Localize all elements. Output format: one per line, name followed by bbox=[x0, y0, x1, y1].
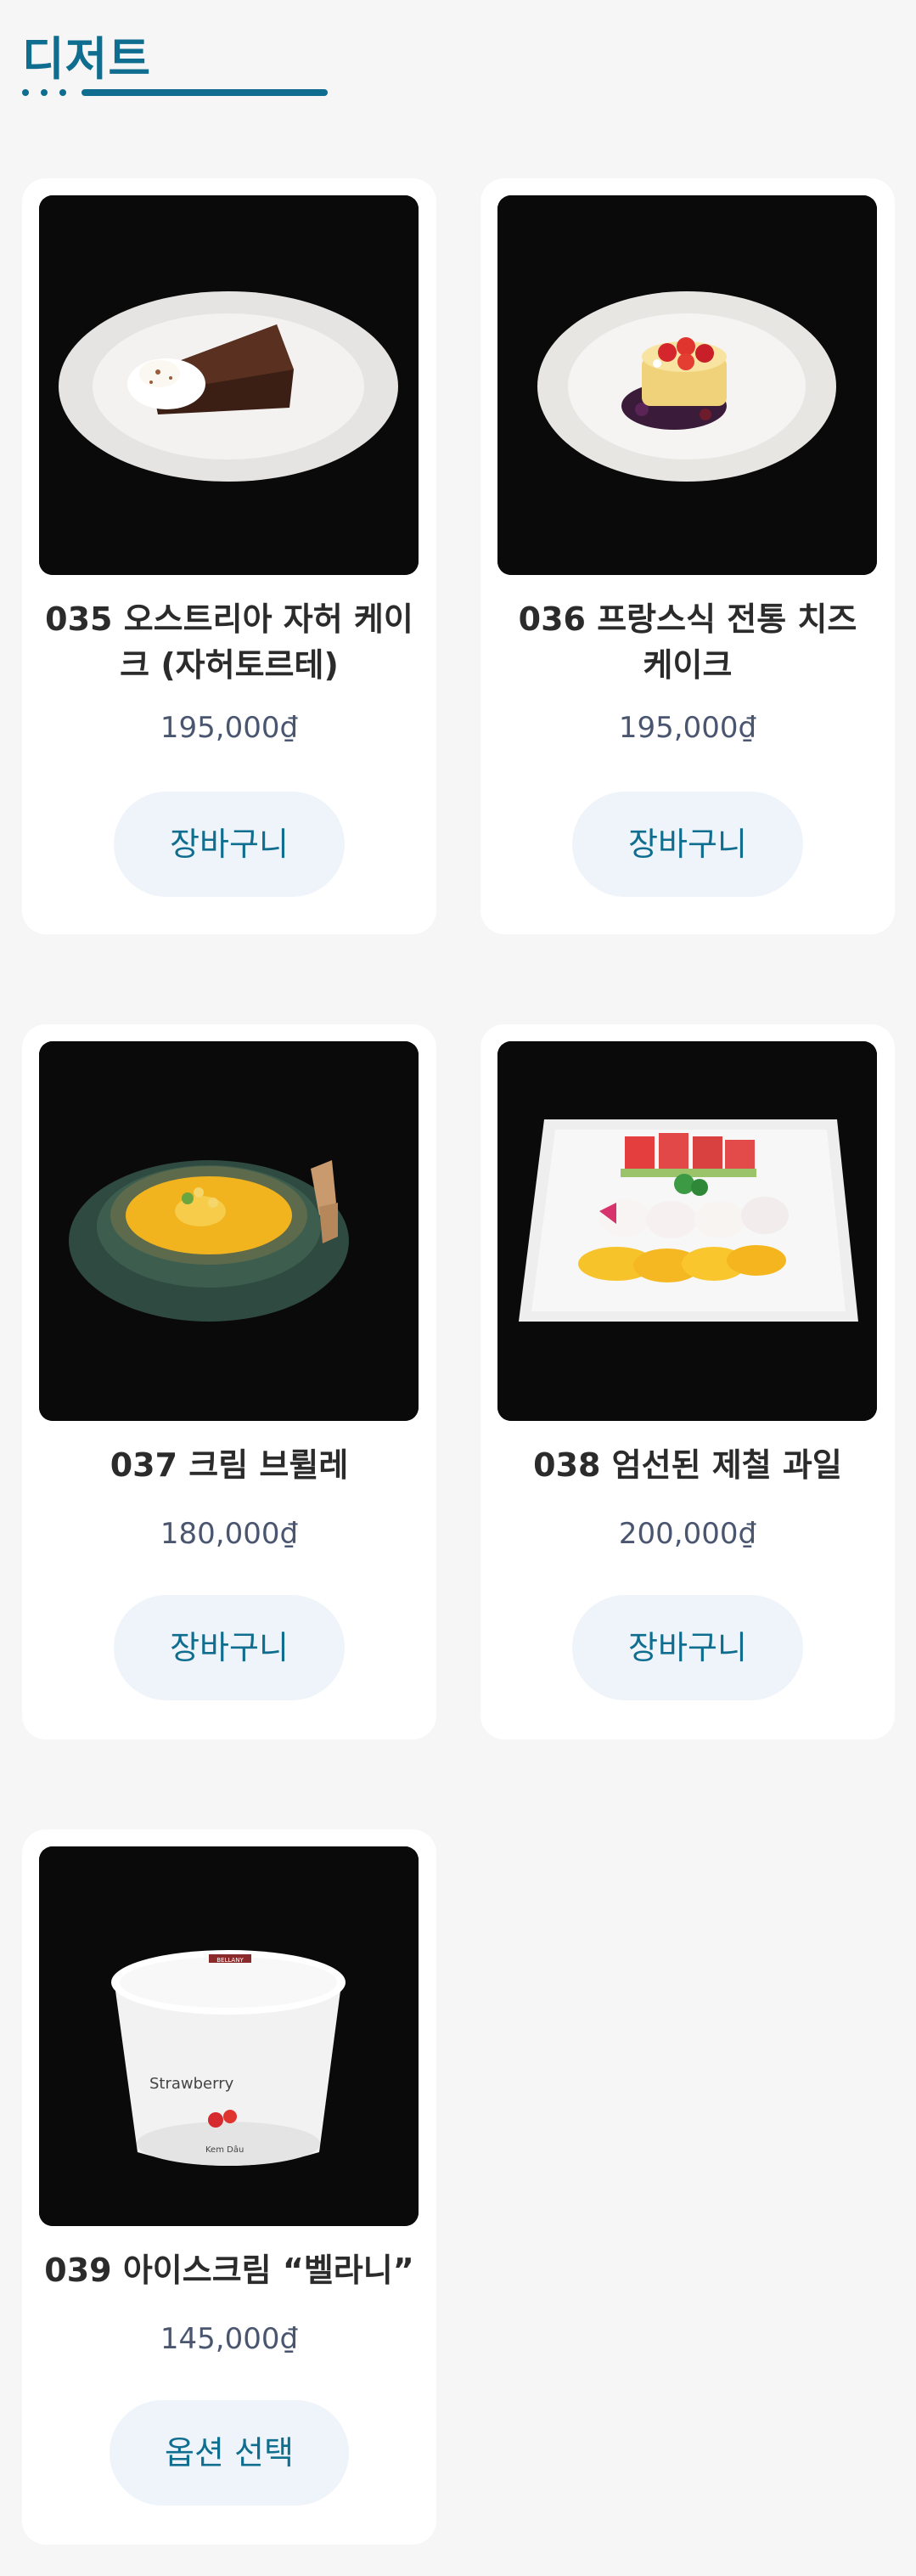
add-to-cart-button[interactable]: 장바구니 bbox=[114, 792, 345, 897]
product-price: 145,000₫ bbox=[160, 2322, 299, 2356]
title-underline bbox=[22, 87, 328, 98]
sacher-cake-illustration bbox=[39, 195, 419, 575]
product-name: 036 프랑스식 전통 치즈 케이크 bbox=[518, 600, 857, 684]
fruit-platter-illustration bbox=[497, 1041, 877, 1421]
section-header: 디저트 bbox=[22, 30, 328, 106]
product-card[interactable]: 038 엄선된 제철 과일 200,000₫ 장바구니 bbox=[480, 1024, 895, 1739]
select-options-button[interactable]: 옵션 선택 bbox=[110, 2400, 349, 2506]
product-name: 039 아이스크림 “벨라니” bbox=[44, 2252, 414, 2289]
cheesecake-image[interactable] bbox=[497, 195, 877, 575]
add-to-cart-button[interactable]: 장바구니 bbox=[572, 1595, 803, 1700]
product-name: 038 엄선된 제철 과일 bbox=[533, 1446, 842, 1484]
sacher-cake-image[interactable] bbox=[39, 195, 419, 575]
underline-dot bbox=[59, 89, 66, 96]
product-price: 180,000₫ bbox=[160, 1517, 299, 1551]
section-title: 디저트 bbox=[22, 32, 152, 86]
tub-brand: BELLANY bbox=[216, 1957, 244, 1964]
underline-dot bbox=[22, 89, 29, 96]
product-price: 195,000₫ bbox=[160, 711, 299, 745]
product-name: 037 크림 브륄레 bbox=[110, 1446, 349, 1484]
creme-brulee-image[interactable] bbox=[39, 1041, 419, 1421]
product-card[interactable]: 035 오스트리아 자허 케이크 (자허토르테) 195,000₫ 장바구니 bbox=[22, 178, 436, 934]
creme-brulee-illustration bbox=[39, 1041, 419, 1421]
add-to-cart-button[interactable]: 장바구니 bbox=[114, 1595, 345, 1700]
underline-dot bbox=[41, 89, 48, 96]
underline-bar bbox=[81, 89, 328, 96]
product-card[interactable]: 036 프랑스식 전통 치즈 케이크 195,000₫ 장바구니 bbox=[480, 178, 895, 934]
cheesecake-illustration bbox=[497, 195, 877, 575]
ice-cream-tub-image[interactable]: BELLANY Strawberry Kem Dâu bbox=[39, 1846, 419, 2226]
ice-cream-tub-illustration: BELLANY Strawberry Kem Dâu bbox=[39, 1846, 419, 2226]
product-price: 195,000₫ bbox=[618, 711, 757, 745]
tub-kind: Kem Dâu bbox=[205, 2145, 244, 2155]
product-card[interactable]: BELLANY Strawberry Kem Dâu 039 아이스크림 “벨라… bbox=[22, 1829, 436, 2545]
add-to-cart-button[interactable]: 장바구니 bbox=[572, 792, 803, 897]
dessert-page: 디저트 035 오스트리아 자허 케이크 (자허토르테) 195,000₫ 장바… bbox=[0, 0, 916, 2576]
tub-flavor: Strawberry bbox=[149, 2075, 234, 2093]
fruit-platter-image[interactable] bbox=[497, 1041, 877, 1421]
product-price: 200,000₫ bbox=[618, 1517, 757, 1551]
product-card[interactable]: 037 크림 브륄레 180,000₫ 장바구니 bbox=[22, 1024, 436, 1739]
product-name: 035 오스트리아 자허 케이크 (자허토르테) bbox=[45, 600, 413, 684]
